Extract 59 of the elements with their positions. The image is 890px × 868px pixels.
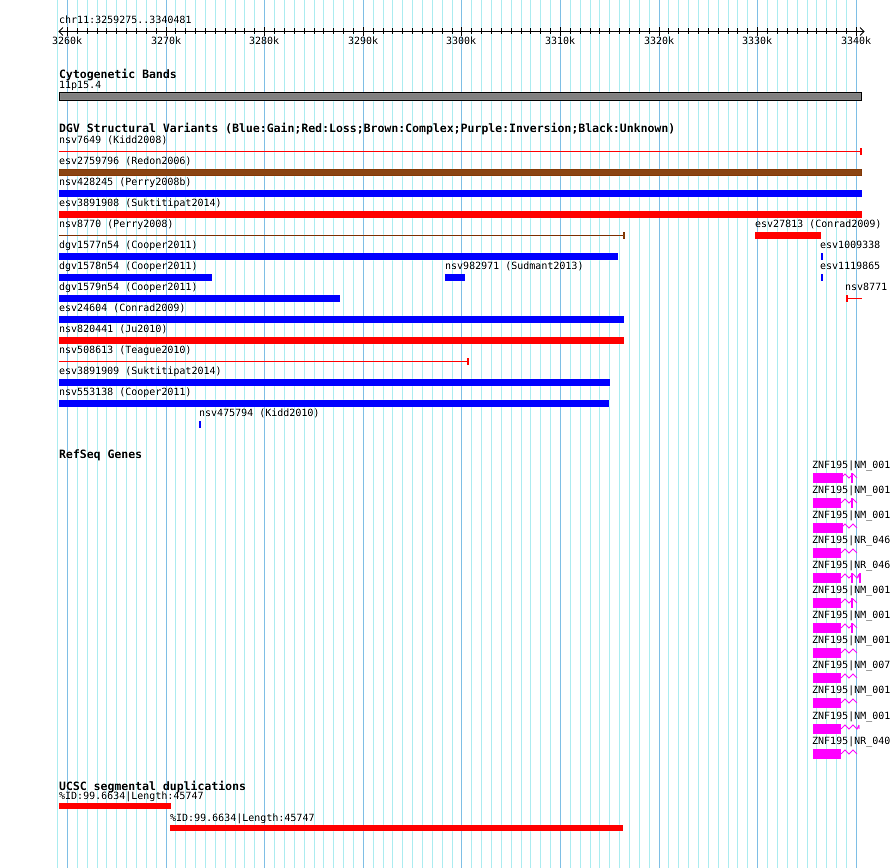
tick-label: 3290k (348, 36, 378, 48)
tick-label: 3310k (544, 36, 576, 48)
feature-label: esv1009338 (820, 240, 880, 252)
gene-model-drawing (813, 623, 858, 634)
tick-label: 3270k (150, 36, 182, 48)
gene-model-drawing (813, 648, 858, 658)
tick-label: 3260k (52, 36, 82, 48)
gene-model-drawing (813, 748, 858, 759)
gene-label: ZNF195|NM_001 (812, 510, 890, 522)
gene-model-drawing (813, 498, 858, 508)
gene-model-drawing (813, 724, 860, 734)
track-title: DGV Structural Variants (Blue:Gain;Red:Loss;Brown:Complex;Purple:Inversion;Black:Unknown) (59, 121, 676, 135)
feature-label: %ID:99.6634|Length:45747 (170, 813, 314, 825)
gene-label: ZNF195|NM_001 (812, 610, 890, 622)
feature-label: nsv820441 (Ju2010) (59, 324, 168, 336)
feature-label: dgv1577n54 (Cooper2011) (59, 240, 198, 252)
feature-label: nsv8770 (Perry2008) (59, 219, 174, 231)
feature-label: esv1119865 (820, 261, 880, 273)
gene-model-drawing (813, 698, 858, 708)
gene-model-drawing (813, 598, 858, 608)
region-label: chr11:3259275..3340481 (59, 15, 192, 27)
gene-model-drawing (813, 673, 858, 684)
gene-label: ZNF195|NM_007 (812, 660, 890, 672)
band-label: 11p15.4 (59, 80, 102, 92)
gene-model-drawing (813, 472, 858, 482)
gene-label: ZNF195|NM_001 (812, 585, 890, 597)
gene-label: ZNF195|NM_001 (812, 460, 890, 472)
feature-label: dgv1579n54 (Cooper2011) (59, 282, 198, 294)
tick-label: 3320k (644, 36, 674, 48)
tick-label: 3330k (742, 36, 772, 48)
feature-label: nsv475794 (Kidd2010) (199, 408, 320, 420)
tick-label: 3280k (248, 36, 280, 48)
gene-label: ZNF195|NM_001 (812, 685, 890, 698)
gene-label: ZNF195|NR_046 (812, 560, 890, 572)
gene-label: ZNF195|NR_040 (812, 736, 890, 748)
feature-label: nsv508613 (Teague2010) (59, 345, 192, 357)
track-title: Cytogenetic Bands (59, 67, 177, 81)
tick-label: 3340k (840, 36, 872, 48)
feature-label: esv24604 (Conrad2009) (59, 303, 186, 315)
gene-label: ZNF195|NR_046 (812, 534, 890, 547)
feature-label: esv3891909 (Suktitipat2014) (59, 366, 222, 378)
feature-label: nsv553138 (Cooper2011) (59, 387, 192, 399)
gene-model-drawing (813, 548, 858, 558)
gene-model-drawing (813, 572, 861, 583)
feature-label: esv27813 (Conrad2009) (755, 219, 882, 231)
tick-label: 3300k (446, 36, 476, 48)
gene-label: ZNF195|NM_001 (812, 635, 890, 648)
gene-label: ZNF195|NM_001 (812, 484, 890, 497)
feature-label: nsv428245 (Perry2008b) (59, 177, 192, 189)
feature-label: esv2759796 (Redon2006) (59, 156, 192, 168)
feature-label: %ID:99.6634|Length:45747 (59, 791, 204, 803)
gene-model-drawing (813, 522, 858, 533)
gene-label: ZNF195|NM_001 (812, 710, 890, 722)
feature-label: dgv1578n54 (Cooper2011) (59, 261, 198, 273)
feature-label: nsv982971 (Sudmant2013) (445, 261, 584, 273)
track-title: RefSeq Genes (59, 447, 142, 461)
feature-label: nsv8771 (845, 282, 888, 294)
feature-label: esv3891908 (Suktitipat2014) (59, 198, 222, 210)
feature-label: nsv7649 (Kidd2008) (59, 135, 168, 147)
